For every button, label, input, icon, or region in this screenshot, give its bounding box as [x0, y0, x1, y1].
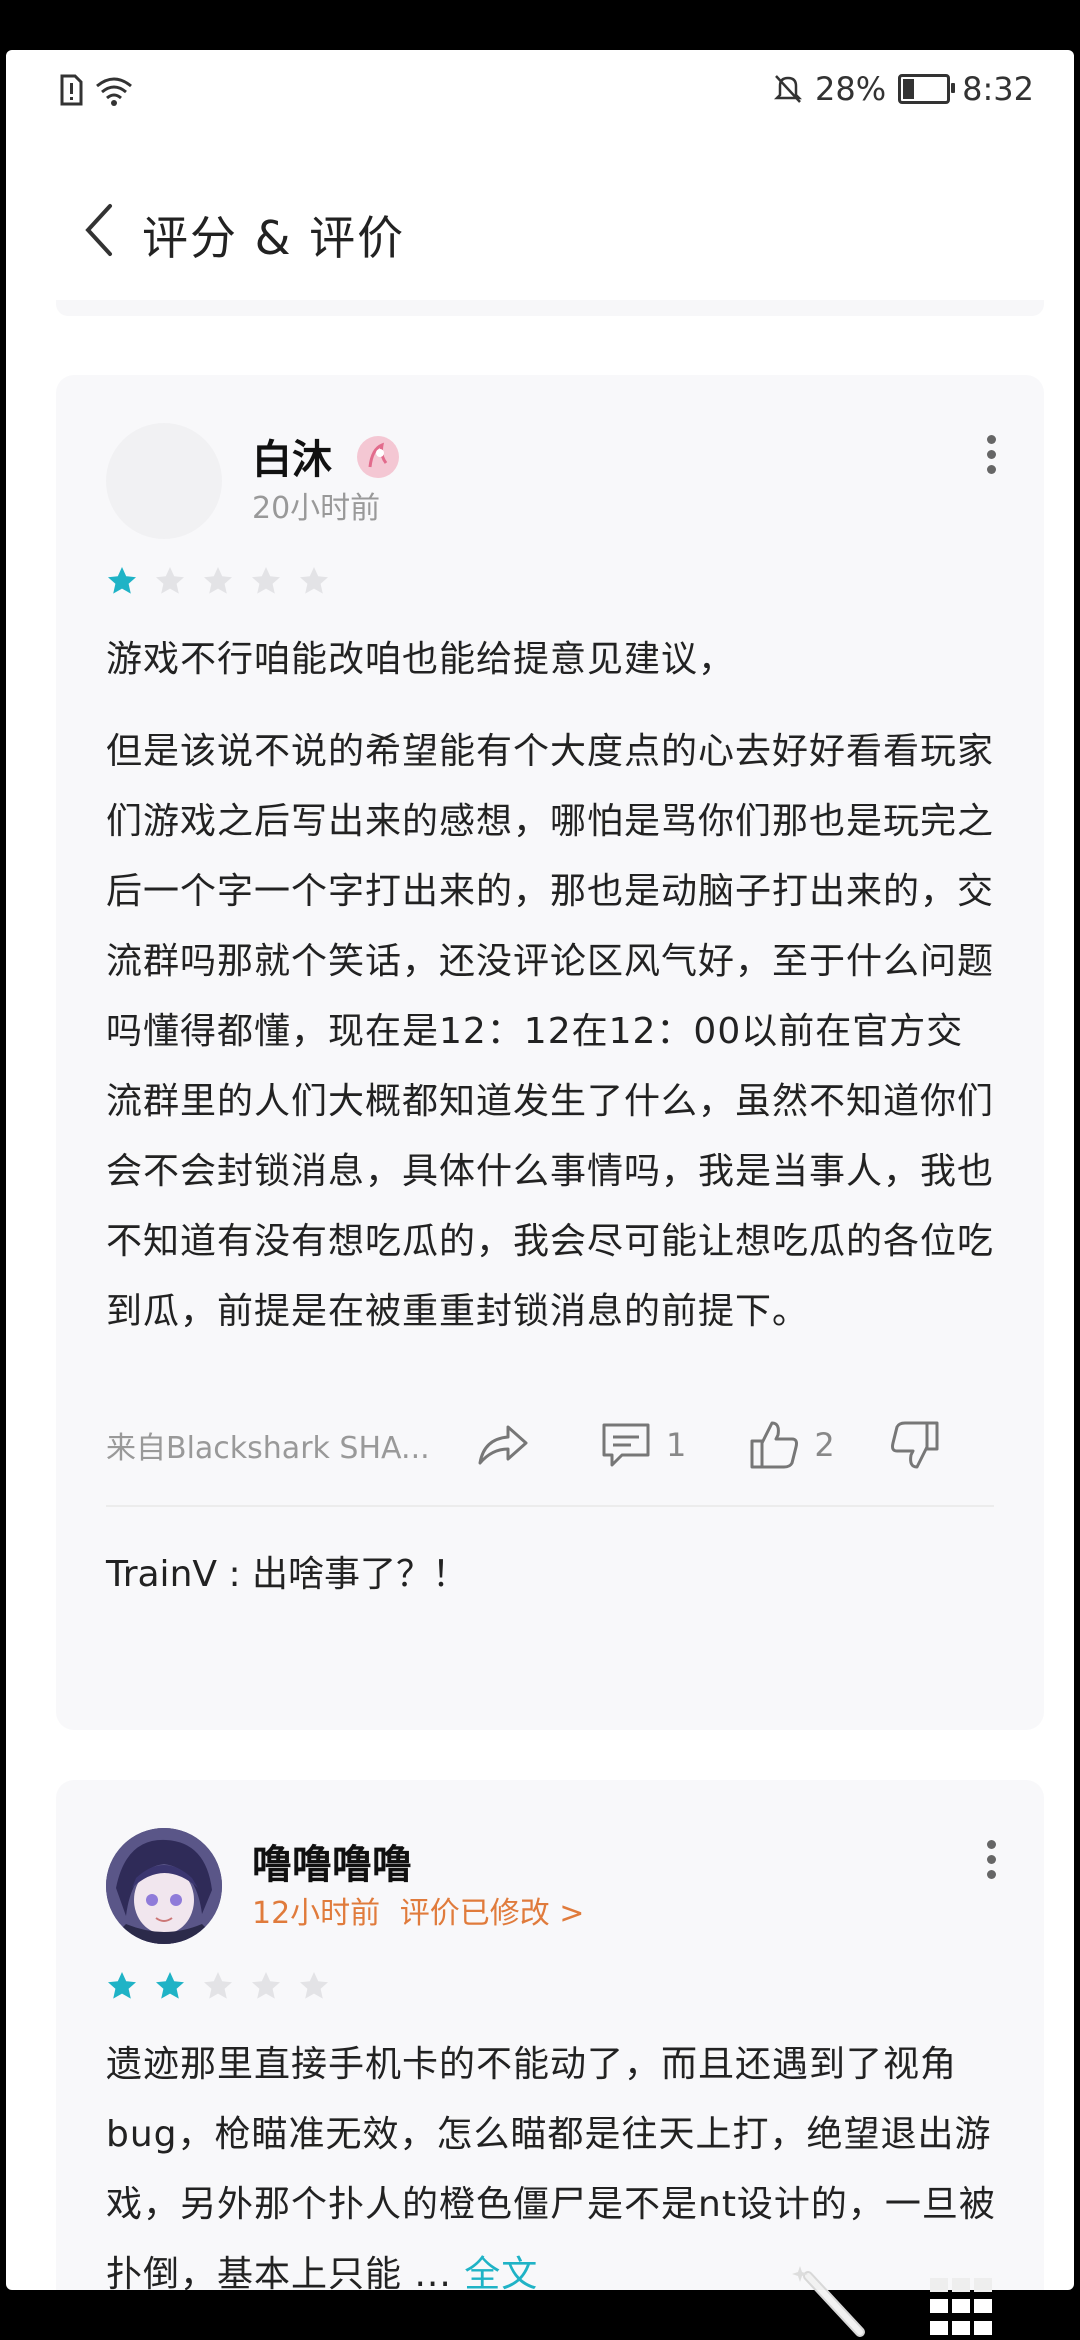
status-left [58, 74, 134, 106]
divider [106, 1505, 994, 1507]
battery-icon [898, 74, 956, 104]
reviewer-name[interactable]: 噜噜噜噜 [252, 1832, 412, 1890]
review-card: 白沐 20小时前 游戏不行咱能改咱也能给提意见建议， 但是该说不说的希望能有个大… [56, 375, 1044, 1730]
review-time: 20小时前 [252, 491, 381, 526]
status-right: 28% 8:32 [773, 70, 1034, 108]
thumbs-down-icon [890, 1421, 939, 1469]
clock: 8:32 [962, 70, 1034, 108]
battery-level [903, 79, 915, 99]
star-empty-icon [300, 567, 328, 594]
reviewer-name[interactable]: 白沐 [252, 427, 402, 485]
review-text-body: 但是该说不说的希望能有个大度点的心去好好看看玩家们游戏之后写出来的感想，哪怕是骂… [106, 731, 995, 1332]
star-filled-icon [108, 1972, 136, 1999]
previous-card-edge [56, 300, 1044, 316]
status-bar: 28% 8:32 [6, 50, 1074, 140]
star-filled-icon [108, 567, 136, 594]
review-text-line-1: 游戏不行咱能改咱也能给提意见建议， [106, 639, 736, 680]
review-card: 噜噜噜噜 12小时前 评价已修改 > 遗迹那里直接手机卡的不能动了，而且还遇到了… [56, 1780, 1044, 2290]
star-empty-icon [252, 567, 280, 594]
rating-stars [106, 565, 330, 597]
like-button[interactable]: 2 [748, 1419, 835, 1471]
thumbs-up-icon [750, 1421, 799, 1469]
rating-stars [106, 1970, 330, 2002]
comment-icon [602, 1423, 650, 1467]
star-empty-icon [300, 1972, 328, 1999]
reviewer-name-text: 白沐 [252, 437, 332, 483]
star-empty-icon [204, 567, 232, 594]
more-options-icon[interactable] [984, 435, 998, 475]
mute-bell-icon [773, 75, 803, 103]
edited-link[interactable]: 评价已修改 > [400, 1896, 585, 1931]
like-count: 2 [814, 1426, 835, 1464]
sim-alert-icon [60, 74, 83, 106]
dislike-button[interactable] [889, 1419, 941, 1471]
star-filled-icon [156, 1972, 184, 1999]
review-text-body: 遗迹那里直接手机卡的不能动了，而且还遇到了视角bug，枪瞄准无效，怎么瞄都是往天… [106, 2030, 996, 2290]
review-time: 12小时前 [252, 1896, 381, 1931]
share-icon [478, 1425, 528, 1465]
star-empty-icon [204, 1972, 232, 1999]
user-badge-icon [356, 436, 399, 478]
star-empty-icon [156, 567, 184, 594]
review-meta-row: 来自Blackshark SHA... 1 2 [106, 1415, 996, 1475]
magic-wand-icon[interactable] [790, 2262, 870, 2340]
battery-percent: 28% [815, 70, 887, 108]
wifi-icon [96, 77, 132, 106]
header: 评分 & 评价 [6, 180, 1074, 280]
device-source: 来自Blackshark SHA... [106, 1431, 430, 1466]
read-full-link[interactable]: 全文 [464, 2254, 538, 2290]
star-empty-icon [252, 1972, 280, 1999]
review-text: 遗迹那里直接手机卡的不能动了，而且还遇到了视角bug，枪瞄准无效，怎么瞄都是往天… [106, 2044, 996, 2290]
back-arrow-icon[interactable] [76, 200, 126, 260]
share-button[interactable] [476, 1421, 530, 1469]
comment-count: 1 [666, 1426, 687, 1464]
review-time-row: 12小时前 评价已修改 > [252, 1888, 584, 1932]
more-options-icon[interactable] [984, 1840, 998, 1880]
reply-preview[interactable]: TrainV : 出啥事了？！ [106, 1545, 468, 1597]
app-screen: 28% 8:32 评分 & 评价 白沐 20小时前 游戏不行咱能改咱也能给提意见 [6, 50, 1074, 2290]
avatar[interactable] [106, 1828, 222, 1944]
page-title: 评分 & 评价 [142, 211, 406, 265]
avatar-anime-image [106, 1828, 222, 1944]
app-grid-icon[interactable] [930, 2278, 994, 2338]
avatar[interactable] [106, 423, 222, 539]
comment-button[interactable]: 1 [600, 1421, 686, 1469]
